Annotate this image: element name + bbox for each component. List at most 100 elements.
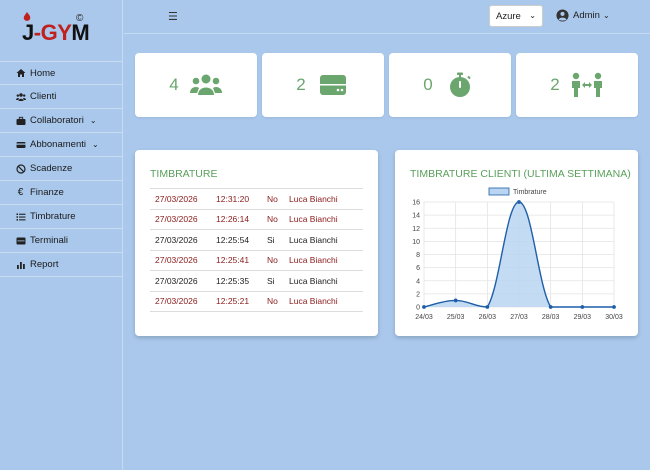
row-name: Luca Bianchi (289, 234, 338, 245)
bars-icon[interactable]: ☰ (168, 10, 178, 23)
list-icon (15, 212, 26, 222)
row-time: 12:25:54 (216, 234, 250, 245)
sidebar-item-clienti[interactable]: Clienti (0, 85, 123, 109)
row-time: 12:25:41 (216, 255, 250, 266)
sidebar-item-label: Clienti (30, 91, 57, 102)
sidebar-item-label: Scadenze (30, 163, 73, 174)
data-point[interactable] (453, 298, 458, 303)
y-tick-label: 0 (416, 305, 420, 312)
y-tick-label: 10 (412, 239, 420, 246)
row-time: 12:31:20 (216, 193, 250, 204)
x-tick-label: 28/03 (542, 314, 560, 321)
x-tick-label: 25/03 (447, 314, 465, 321)
row-flag: Si (267, 275, 275, 286)
timbrature-table: 27/03/2026 12:31:20 No Luca Bianchi 27/03/20… (150, 188, 363, 312)
chevron-down-icon: ⌄ (602, 11, 610, 20)
timbrature-chart: 0 2 4 6 8 10 12 14 16 24/03 25/03 26/03 27/03 28/03 29… (412, 187, 623, 321)
row-time: 12:26:14 (216, 214, 250, 225)
table-row[interactable]: 27/03/2026 12:31:20 No Luca Bianchi (150, 189, 363, 210)
sidebar-item-label: Timbrature (30, 211, 76, 222)
sidebar-item-label: Collaboratori (30, 115, 84, 126)
chart-panel: TIMBRATURE CLIENTI (ULTIMA SETTIMANA) 02… (395, 150, 638, 336)
data-point[interactable] (612, 305, 616, 309)
theme-select-value: Azure (496, 10, 521, 22)
sidebar-item-terminali[interactable]: Terminali (0, 229, 123, 253)
people-arrows-icon (570, 72, 604, 98)
row-name: Luca Bianchi (289, 255, 338, 266)
row-date: 27/03/2026 (155, 255, 198, 266)
euro-icon: € (17, 187, 24, 198)
row-date: 27/03/2026 (155, 214, 198, 225)
row-date: 27/03/2026 (155, 296, 198, 307)
sidebar-item-timbrature[interactable]: Timbrature (0, 205, 123, 229)
sidebar-item-label: Finanze (30, 187, 64, 198)
x-tick-label: 30/03 (605, 314, 623, 321)
row-flag: No (267, 193, 278, 204)
x-tick-label: 24/03 (415, 314, 433, 321)
ban-icon (15, 163, 26, 174)
ticket-icon (15, 140, 26, 150)
table-row[interactable]: 27/03/2026 12:26:14 No Luca Bianchi (150, 210, 363, 230)
sidebar-item-label: Report (30, 259, 59, 270)
app-logo[interactable]: J-GYM © (20, 12, 90, 48)
y-tick-label: 8 (416, 252, 420, 259)
row-flag: Si (267, 234, 275, 245)
sidebar-item-collaboratori[interactable]: Collaboratori ⌄ (0, 109, 123, 133)
row-flag: No (267, 296, 278, 307)
briefcase-icon (15, 116, 26, 126)
sidebar-item-scadenze[interactable]: Scadenze (0, 157, 123, 181)
stopwatch-icon (443, 72, 477, 98)
top-bar: ☰ Azure ⌄ Admin ⌄ (124, 0, 650, 34)
sidebar-nav: Home Clienti Collaboratori ⌄ Abbonamenti… (0, 61, 123, 277)
row-date: 27/03/2026 (155, 193, 198, 204)
row-time: 12:25:35 (216, 275, 250, 286)
row-name: Luca Bianchi (289, 214, 338, 225)
data-point[interactable] (580, 305, 585, 309)
home-icon (15, 68, 26, 78)
user-menu[interactable]: Admin ⌄ (556, 9, 610, 22)
user-circle-icon (556, 9, 569, 22)
x-tick-label: 27/03 (510, 314, 528, 321)
data-point[interactable] (548, 305, 553, 309)
stat-card-expiring[interactable]: 0 (389, 53, 511, 117)
stat-card-clients[interactable]: 4 (135, 53, 257, 117)
chart-icon (15, 260, 26, 270)
data-point[interactable] (517, 200, 521, 204)
data-point[interactable] (485, 305, 490, 309)
chevron-down-icon: ⌄ (91, 140, 99, 149)
x-tick-label: 29/03 (574, 314, 592, 321)
sidebar-item-report[interactable]: Report (0, 253, 123, 277)
data-point[interactable] (422, 305, 426, 309)
row-name: Luca Bianchi (289, 193, 338, 204)
y-tick-label: 4 (416, 278, 420, 285)
stat-value: 2 (296, 75, 306, 94)
row-date: 27/03/2026 (155, 234, 198, 245)
table-row[interactable]: 27/03/2026 12:25:41 No Luca Bianchi (150, 251, 363, 271)
server-icon (316, 72, 350, 98)
x-tick-label: 26/03 (479, 314, 497, 321)
legend-swatch (488, 187, 510, 196)
theme-select[interactable]: Azure ⌄ (489, 5, 543, 27)
user-name: Admin (573, 10, 600, 21)
sidebar-item-home[interactable]: Home (0, 61, 123, 85)
y-tick-label: 12 (412, 226, 420, 233)
sidebar-item-finanze[interactable]: € Finanze (0, 181, 123, 205)
y-tick-label: 14 (412, 213, 420, 220)
users-icon (189, 72, 223, 98)
sidebar-item-abbonamenti[interactable]: Abbonamenti ⌄ (0, 133, 123, 157)
table-row[interactable]: 27/03/2026 12:25:21 No Luca Bianchi (150, 292, 363, 312)
stat-card-terminals[interactable]: 2 (262, 53, 384, 117)
panel-title: TIMBRATURE (150, 168, 218, 180)
table-row[interactable]: 27/03/2026 12:25:35 Si Luca Bianchi (150, 271, 363, 292)
row-date: 27/03/2026 (155, 275, 198, 286)
copyright-mark: © (76, 13, 84, 24)
table-row[interactable]: 27/03/2026 12:25:54 Si Luca Bianchi (150, 230, 363, 251)
sidebar-item-label: Abbonamenti (30, 139, 86, 150)
sidebar-item-label: Terminali (30, 235, 69, 246)
sidebar: J-GYM © Home Clienti Collaboratori ⌄ Abb… (0, 0, 123, 470)
y-tick-label: 6 (416, 265, 420, 272)
legend-label: Timbrature (513, 189, 547, 196)
stat-card-presences[interactable]: 2 (516, 53, 638, 117)
y-tick-label: 2 (416, 291, 420, 298)
y-tick-label: 16 (412, 200, 420, 207)
